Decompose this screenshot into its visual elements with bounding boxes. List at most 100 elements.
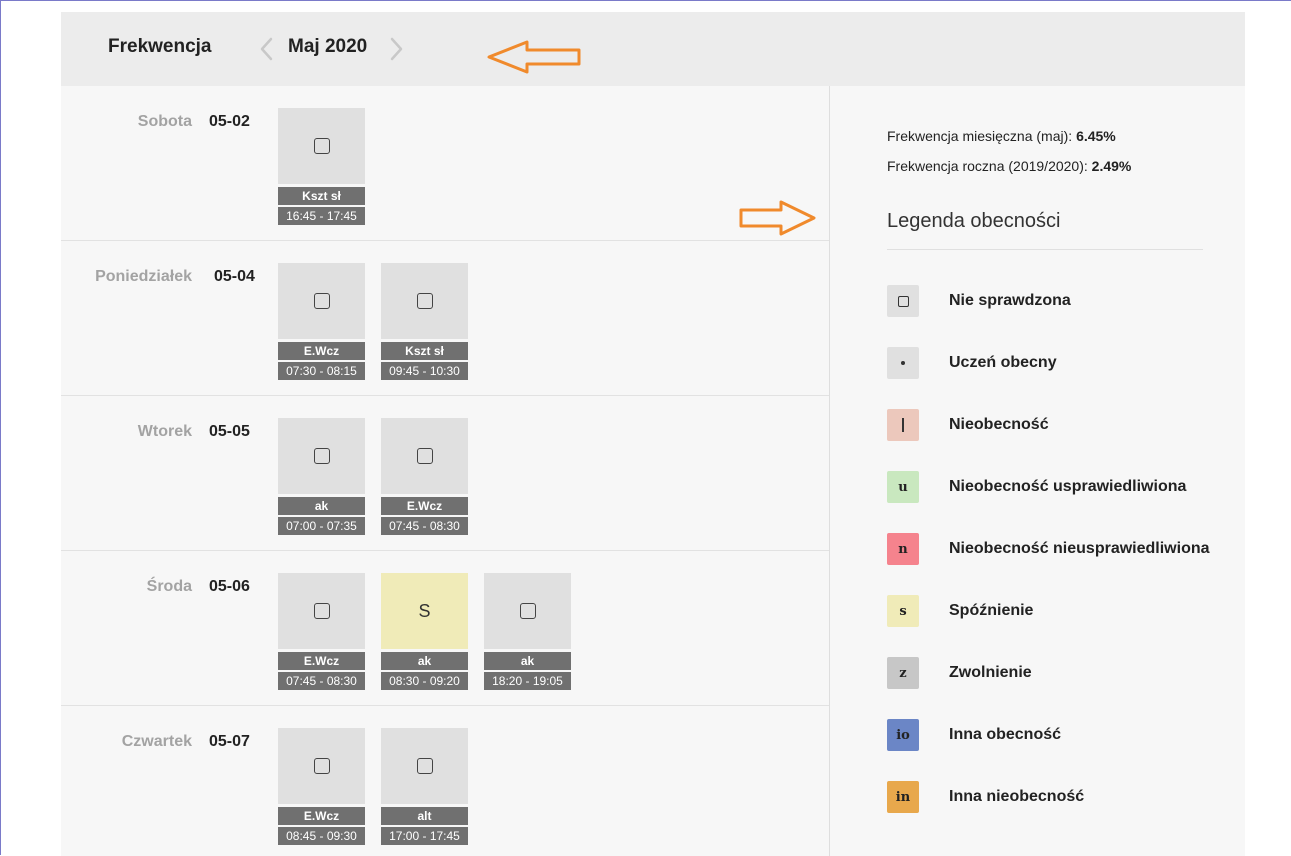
lesson-subject: ak — [278, 497, 365, 515]
nieobecnosc-usprawiedliwiona-symbol-icon: u — [887, 471, 919, 503]
nieobecnosc-nieusprawiedliwiona-symbol-icon: n — [887, 533, 919, 565]
lesson-subject: E.Wcz — [278, 342, 365, 360]
lesson-card: Kszt sł 16:45 - 17:45 — [278, 108, 365, 225]
day-name: Sobota — [137, 113, 192, 130]
attendance-status-box[interactable] — [381, 263, 468, 339]
attendance-status-box[interactable] — [381, 728, 468, 804]
day-row: Czwartek 05-07 E.Wcz 08:45 - 09:30 alt 17:00 … — [61, 706, 829, 856]
day-row: Sobota 05-02 Kszt sł 16:45 - 17:45 — [61, 86, 829, 241]
lesson-time: 08:45 - 09:30 — [278, 827, 365, 845]
legend-item-label: Inna obecność — [949, 726, 1062, 743]
attendance-status-box[interactable] — [484, 573, 571, 649]
lesson-card: ak 07:00 - 07:35 — [278, 418, 365, 535]
monthly-attendance: Frekwencja miesięczna (maj): 6.45% — [887, 128, 1116, 144]
attendance-status-box[interactable] — [278, 728, 365, 804]
current-month-label: Maj 2020 — [288, 36, 368, 57]
attendance-app: Frekwencja Maj 2020 Sobota 05-02 Kszt sł 16… — [61, 12, 1245, 856]
spoznienie-symbol-icon: s — [887, 595, 919, 627]
monthly-attendance-value: 6.45% — [1076, 128, 1116, 144]
lesson-card: alt 17:00 - 17:45 — [381, 728, 468, 845]
legend-title: Legenda obecności — [887, 210, 1061, 232]
dot-icon — [901, 361, 905, 365]
page-title: Frekwencja — [108, 36, 212, 57]
not-checked-icon — [416, 293, 433, 309]
yearly-attendance-label: Frekwencja roczna (2019/2020): — [887, 158, 1088, 174]
next-month-button[interactable] — [386, 36, 406, 62]
lesson-card: E.Wcz 07:30 - 08:15 — [278, 263, 365, 380]
lesson-subject: Kszt sł — [278, 187, 365, 205]
attendance-status-box[interactable] — [278, 573, 365, 649]
lesson-card: ak 18:20 - 19:05 — [484, 573, 571, 690]
summary-panel: Frekwencja miesięczna (maj): 6.45% Frekw… — [829, 86, 1245, 856]
bar-icon — [902, 418, 904, 432]
lesson-card: E.Wcz 07:45 - 08:30 — [381, 418, 468, 535]
lesson-subject: ak — [381, 652, 468, 670]
legend-item-label: Zwolnienie — [949, 664, 1032, 681]
lesson-card: E.Wcz 08:45 - 09:30 — [278, 728, 365, 845]
annotation-arrow-right-icon — [739, 200, 816, 236]
legend-item-label: Nieobecność — [949, 416, 1049, 433]
lesson-subject: E.Wcz — [381, 497, 468, 515]
monthly-attendance-label: Frekwencja miesięczna (maj): — [887, 128, 1073, 144]
legend-item-label: Spóźnienie — [949, 602, 1034, 619]
inna-nieobecnosc-symbol-icon: in — [887, 781, 919, 813]
attendance-status-box[interactable] — [278, 108, 365, 184]
day-date: 05-02 — [209, 113, 250, 130]
lesson-subject: ak — [484, 652, 571, 670]
day-name: Wtorek — [137, 423, 192, 440]
lesson-time: 07:45 - 08:30 — [381, 517, 468, 535]
day-name: Środa — [146, 578, 192, 595]
day-date: 05-06 — [209, 578, 250, 595]
nieobecnosc-symbol-icon — [887, 409, 919, 441]
lesson-subject: alt — [381, 807, 468, 825]
uczen-obecny-symbol-icon — [887, 347, 919, 379]
chevron-right-icon — [390, 37, 403, 61]
day-name: Czwartek — [121, 733, 192, 750]
day-row: Wtorek 05-05 ak 07:00 - 07:35 E.Wcz 07:45 - 0… — [61, 396, 829, 551]
legend-item-label: Uczeń obecny — [949, 354, 1057, 371]
square-icon — [897, 295, 909, 307]
yearly-attendance-value: 2.49% — [1091, 158, 1132, 174]
lesson-time: 08:30 - 09:20 — [381, 672, 468, 690]
lesson-time: 16:45 - 17:45 — [278, 207, 365, 225]
lesson-card: E.Wcz 07:45 - 08:30 — [278, 573, 365, 690]
zwolnienie-symbol-icon: z — [887, 657, 919, 689]
legend-divider — [887, 249, 1203, 250]
day-date: 05-07 — [209, 733, 250, 750]
day-date: 05-05 — [209, 423, 250, 440]
not-checked-icon — [519, 603, 536, 619]
not-checked-icon — [313, 603, 330, 619]
yearly-attendance: Frekwencja roczna (2019/2020): 2.49% — [887, 158, 1131, 174]
prev-month-button[interactable] — [257, 36, 277, 62]
lesson-card: Kszt sł 09:45 - 10:30 — [381, 263, 468, 380]
attendance-status-box[interactable] — [278, 263, 365, 339]
lesson-time: 07:30 - 08:15 — [278, 362, 365, 380]
day-name: Poniedziałek — [95, 268, 192, 285]
not-checked-icon — [313, 293, 330, 309]
lesson-time: 17:00 - 17:45 — [381, 827, 468, 845]
lesson-card: Sak 08:30 - 09:20 — [381, 573, 468, 690]
not-checked-icon — [313, 448, 330, 464]
lesson-time: 18:20 - 19:05 — [484, 672, 571, 690]
lesson-time: 07:45 - 08:30 — [278, 672, 365, 690]
chevron-left-icon — [260, 37, 273, 61]
inna-obecnosc-symbol-icon: io — [887, 719, 919, 751]
day-row: Środa 05-06 E.Wcz 07:45 - 08:30 Sak 08:30 - 0… — [61, 551, 829, 706]
attendance-status-box[interactable]: S — [381, 573, 468, 649]
attendance-status-box[interactable] — [381, 418, 468, 494]
not-checked-icon — [313, 138, 330, 154]
lesson-time: 07:00 - 07:35 — [278, 517, 365, 535]
day-list: Sobota 05-02 Kszt sł 16:45 - 17:45 Poniedzia… — [61, 86, 829, 856]
attendance-status-box[interactable] — [278, 418, 365, 494]
lesson-subject: E.Wcz — [278, 652, 365, 670]
lesson-subject: Kszt sł — [381, 342, 468, 360]
late-status-letter: S — [418, 600, 431, 621]
lesson-subject: E.Wcz — [278, 807, 365, 825]
annotation-arrow-left-icon — [487, 40, 581, 74]
not-checked-icon — [416, 448, 433, 464]
nie-sprawdzona-symbol-icon — [887, 285, 919, 317]
legend-item-label: Nie sprawdzona — [949, 292, 1071, 309]
not-checked-icon — [416, 758, 433, 774]
legend-item-label: Inna nieobecność — [949, 788, 1085, 805]
legend-item-label: Nieobecność usprawiedliwiona — [949, 478, 1187, 495]
